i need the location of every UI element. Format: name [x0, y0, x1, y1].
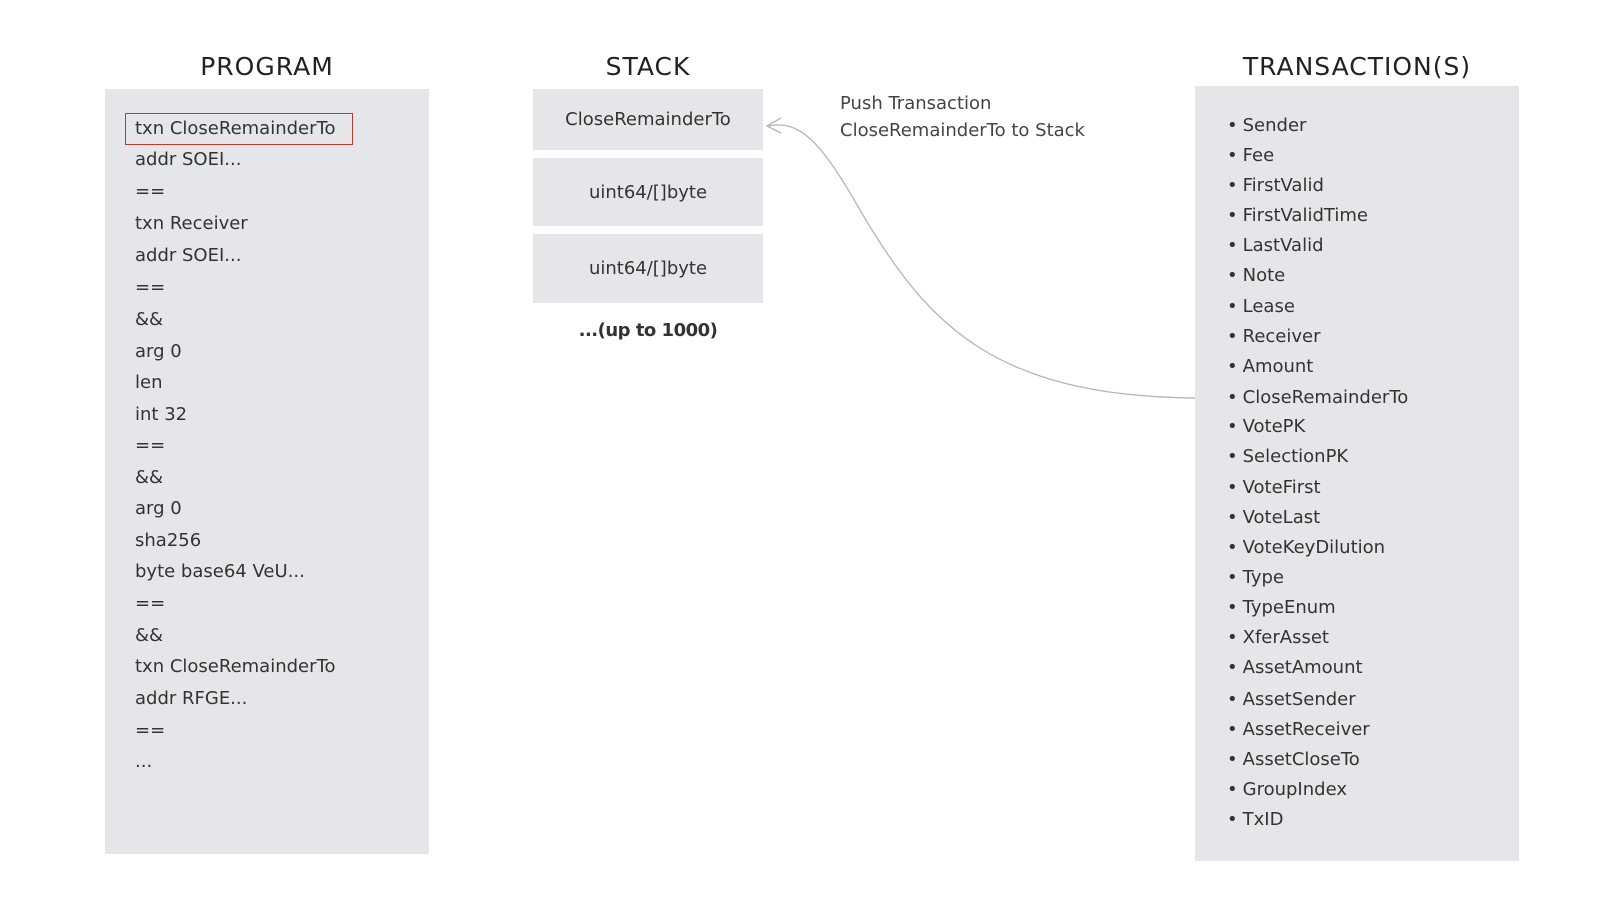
transaction-field: • Receiver	[1227, 325, 1321, 349]
transaction-field: • VoteKeyDilution	[1227, 536, 1385, 560]
transaction-field-label: Sender	[1242, 115, 1307, 136]
bullet-icon: •	[1227, 115, 1238, 136]
transaction-field-label: FirstValid	[1242, 175, 1324, 196]
transaction-field: • XferAsset	[1227, 626, 1329, 650]
bullet-icon: •	[1227, 627, 1238, 648]
transaction-field-label: Lease	[1242, 296, 1295, 317]
transaction-field-label: Receiver	[1242, 326, 1321, 347]
transaction-field: • AssetAmount	[1227, 656, 1363, 680]
transaction-field-label: CloseRemainderTo	[1242, 387, 1409, 408]
bullet-icon: •	[1227, 205, 1238, 226]
transaction-field: • Sender	[1227, 114, 1306, 138]
transaction-field: • LastValid	[1227, 234, 1324, 258]
bullet-icon: •	[1227, 809, 1238, 830]
transaction-field-label: LastValid	[1242, 235, 1324, 256]
transaction-field: • VoteFirst	[1227, 476, 1321, 500]
transaction-field-label: TxID	[1242, 809, 1284, 830]
bullet-icon: •	[1227, 689, 1238, 710]
transaction-field: • Fee	[1227, 144, 1274, 168]
bullet-icon: •	[1227, 567, 1238, 588]
transaction-field-label: VotePK	[1242, 416, 1306, 437]
transaction-field-label: AssetSender	[1242, 689, 1356, 710]
bullet-icon: •	[1227, 235, 1238, 256]
bullet-icon: •	[1227, 326, 1238, 347]
transaction-field-label: TypeEnum	[1242, 597, 1336, 618]
transaction-field-label: AssetReceiver	[1242, 719, 1370, 740]
transaction-field-label: Fee	[1242, 145, 1275, 166]
transaction-field-label: AssetAmount	[1242, 657, 1363, 678]
bullet-icon: •	[1227, 387, 1238, 408]
transaction-field-label: XferAsset	[1242, 627, 1329, 648]
bullet-icon: •	[1227, 507, 1238, 528]
push-arrow-curve	[767, 124, 1214, 399]
transaction-field: • Lease	[1227, 295, 1295, 319]
bullet-icon: •	[1227, 265, 1238, 286]
transaction-field: • AssetReceiver	[1227, 718, 1370, 742]
bullet-icon: •	[1227, 657, 1238, 678]
transaction-field: • AssetSender	[1227, 688, 1356, 712]
transaction-field-label: GroupIndex	[1242, 779, 1347, 800]
transaction-field-label: Type	[1242, 567, 1284, 588]
transaction-field: • SelectionPK	[1227, 445, 1348, 469]
bullet-icon: •	[1227, 779, 1238, 800]
transaction-field: • VotePK	[1227, 415, 1305, 439]
bullet-icon: •	[1227, 296, 1238, 317]
transaction-field: • FirstValidTime	[1227, 204, 1368, 228]
bullet-icon: •	[1227, 719, 1238, 740]
transaction-field: • GroupIndex	[1227, 778, 1347, 802]
bullet-icon: •	[1227, 597, 1238, 618]
bullet-icon: •	[1227, 749, 1238, 770]
transaction-field-label: Amount	[1242, 356, 1314, 377]
transactions-panel	[1195, 86, 1519, 861]
transaction-field-label: AssetCloseTo	[1242, 749, 1360, 770]
transaction-field: • CloseRemainderTo	[1227, 386, 1408, 410]
transaction-field-label: SelectionPK	[1242, 446, 1349, 467]
transaction-field: • Type	[1227, 566, 1284, 590]
bullet-icon: •	[1227, 416, 1238, 437]
transaction-field-label: VoteLast	[1242, 507, 1321, 528]
transaction-field: • FirstValid	[1227, 174, 1324, 198]
bullet-icon: •	[1227, 477, 1238, 498]
bullet-icon: •	[1227, 356, 1238, 377]
transaction-field: • AssetCloseTo	[1227, 748, 1360, 772]
transactions-title: TRANSACTION(S)	[1242, 52, 1472, 81]
transaction-field-label: Note	[1242, 265, 1286, 286]
transaction-field-label: VoteKeyDilution	[1242, 537, 1386, 558]
transaction-field: • Note	[1227, 264, 1285, 288]
transaction-field: • TxID	[1227, 808, 1283, 832]
bullet-icon: •	[1227, 175, 1238, 196]
transaction-field: • Amount	[1227, 355, 1313, 379]
transaction-field: • VoteLast	[1227, 506, 1320, 530]
bullet-icon: •	[1227, 145, 1238, 166]
transaction-field-label: VoteFirst	[1242, 477, 1321, 498]
bullet-icon: •	[1227, 537, 1238, 558]
bullet-icon: •	[1227, 446, 1238, 467]
transaction-field-label: FirstValidTime	[1242, 205, 1368, 226]
transaction-field: • TypeEnum	[1227, 596, 1336, 620]
